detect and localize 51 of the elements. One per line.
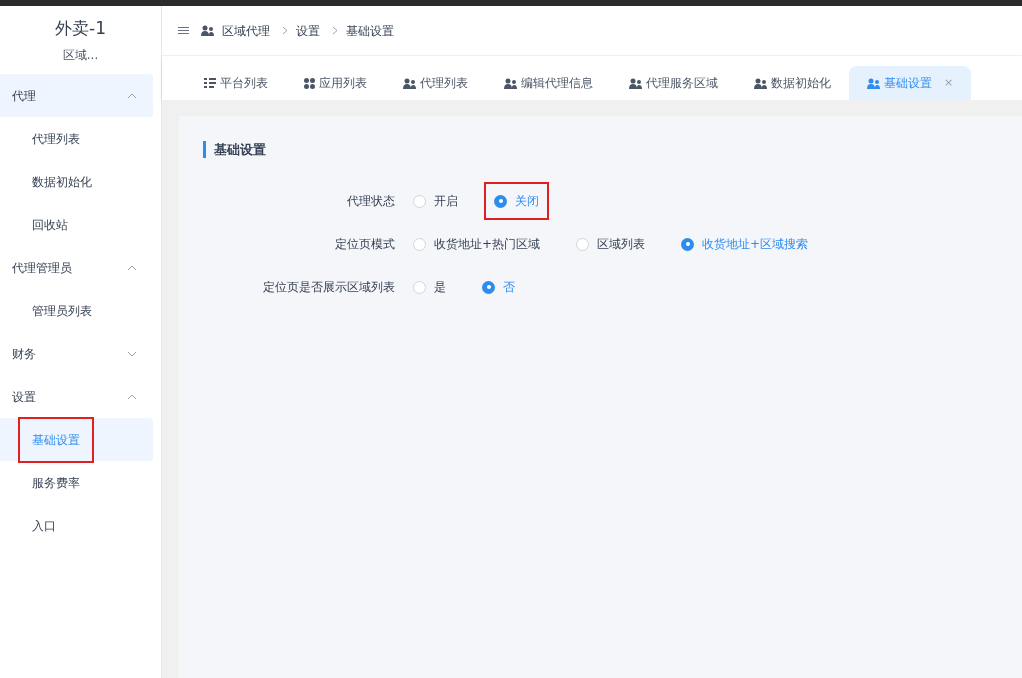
- sidebar-group[interactable]: 代理管理员: [0, 246, 153, 289]
- sidebar-item[interactable]: 管理员列表: [0, 289, 153, 332]
- sidebar-item[interactable]: 入口: [0, 504, 153, 547]
- radio-icon: [413, 194, 426, 208]
- chevron-right-icon: [282, 26, 288, 35]
- sidebar-item[interactable]: 服务费率: [0, 461, 153, 504]
- radio-option[interactable]: 开启: [403, 182, 468, 220]
- users-icon: [504, 77, 517, 89]
- radio-option[interactable]: 收货地址+热门区域: [403, 225, 551, 263]
- tab[interactable]: 应用列表: [286, 66, 385, 100]
- sidebar-item[interactable]: 回收站: [0, 203, 153, 246]
- breadcrumb-item[interactable]: 区域代理: [222, 21, 270, 40]
- collapse-menu-icon[interactable]: [178, 27, 189, 34]
- radio-option[interactable]: 是: [403, 268, 456, 306]
- sidebar-group[interactable]: 设置: [0, 375, 153, 418]
- chevron-down-icon: [127, 350, 137, 357]
- users-icon: [403, 77, 416, 89]
- list-icon: [204, 78, 216, 88]
- breadcrumb-item[interactable]: 基础设置: [346, 21, 394, 40]
- radio-icon: [494, 194, 507, 208]
- panel-title: 基础设置: [214, 141, 266, 159]
- tab[interactable]: 代理服务区域: [611, 66, 736, 100]
- sidebar-group[interactable]: 代理: [0, 74, 153, 117]
- users-icon: [867, 77, 880, 89]
- sidebar-item[interactable]: 数据初始化: [0, 160, 153, 203]
- radio-icon: [413, 237, 426, 251]
- users-icon: [629, 77, 642, 89]
- tab[interactable]: 代理列表: [385, 66, 486, 100]
- breadcrumb-item[interactable]: 设置: [296, 21, 320, 40]
- apps-icon: [304, 77, 315, 89]
- radio-icon: [576, 237, 590, 251]
- tab[interactable]: 平台列表: [186, 66, 286, 100]
- radio-option[interactable]: 区域列表: [566, 225, 656, 263]
- radio-icon: [413, 280, 426, 294]
- tab[interactable]: 编辑代理信息: [486, 66, 611, 100]
- app-subtitle: 区域...: [62, 46, 99, 64]
- sidebar-item[interactable]: 代理列表: [0, 117, 153, 160]
- sidebar-group[interactable]: 财务: [0, 332, 153, 375]
- field-label: 代理状态: [346, 193, 396, 210]
- chevron-right-icon: [332, 26, 338, 35]
- chevron-up-icon: [127, 92, 137, 99]
- users-icon: [201, 25, 214, 36]
- users-icon: [754, 77, 767, 89]
- radio-icon: [482, 280, 495, 294]
- chevron-up-icon: [127, 264, 137, 271]
- field-label: 定位页是否展示区域列表: [262, 279, 396, 296]
- chevron-up-icon: [127, 393, 137, 400]
- field-label: 定位页模式: [334, 236, 396, 253]
- radio-icon: [681, 237, 695, 251]
- tab[interactable]: 数据初始化: [736, 66, 849, 100]
- app-title: 外卖-1: [55, 17, 106, 41]
